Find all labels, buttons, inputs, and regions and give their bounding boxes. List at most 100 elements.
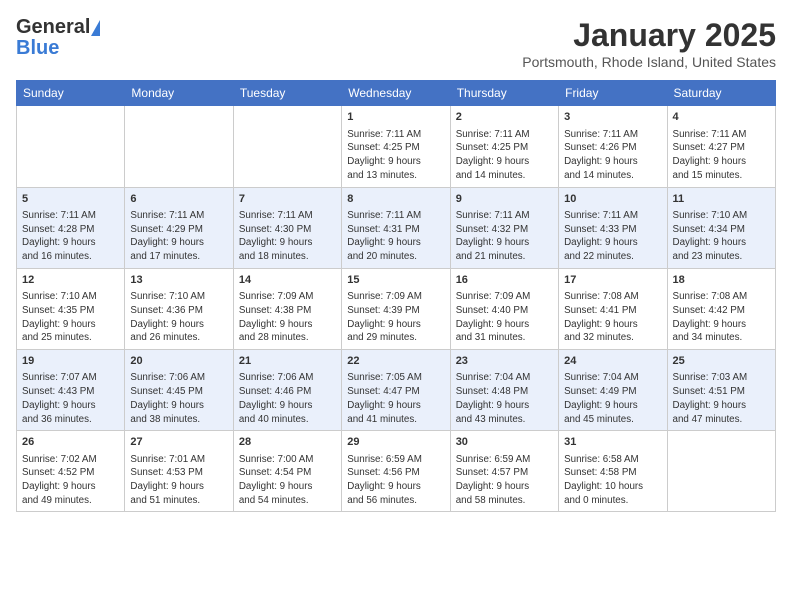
day-info: Sunrise: 7:09 AM Sunset: 4:38 PM Dayligh… [239, 290, 336, 345]
calendar-week-row: 5 Sunrise: 7:11 AM Sunset: 4:28 PM Daylig… [17, 187, 776, 268]
calendar-day-cell: 10 Sunrise: 7:11 AM Sunset: 4:33 PM Dayli… [559, 187, 667, 268]
day-info: Sunrise: 7:07 AM Sunset: 4:43 PM Dayligh… [22, 371, 119, 426]
weekday-header-row: SundayMondayTuesdayWednesdayThursdayFrid… [17, 81, 776, 106]
logo-blue: Blue [16, 37, 59, 60]
calendar-week-row: 1 Sunrise: 7:11 AM Sunset: 4:25 PM Daylig… [17, 106, 776, 187]
calendar-day-cell [667, 431, 775, 512]
day-info: Sunrise: 6:58 AM Sunset: 4:58 PM Dayligh… [564, 453, 661, 508]
calendar-day-cell: 3 Sunrise: 7:11 AM Sunset: 4:26 PM Daylig… [559, 106, 667, 187]
day-info: Sunrise: 7:11 AM Sunset: 4:25 PM Dayligh… [456, 128, 553, 183]
day-info: Sunrise: 7:04 AM Sunset: 4:49 PM Dayligh… [564, 371, 661, 426]
day-info: Sunrise: 7:11 AM Sunset: 4:30 PM Dayligh… [239, 209, 336, 264]
day-number: 14 [239, 273, 336, 288]
weekday-header-tuesday: Tuesday [233, 81, 341, 106]
calendar-day-cell: 25Sunrise: 7:03 AM Sunset: 4:51 PM Dayli… [667, 350, 775, 431]
day-info: Sunrise: 7:04 AM Sunset: 4:48 PM Dayligh… [456, 371, 553, 426]
day-number: 31 [564, 435, 661, 450]
calendar-day-cell: 26 Sunrise: 7:02 AM Sunset: 4:52 PM Dayli… [17, 431, 125, 512]
day-info: Sunrise: 7:11 AM Sunset: 4:25 PM Dayligh… [347, 128, 444, 183]
day-number: 19 [22, 354, 119, 369]
calendar-day-cell: 14 Sunrise: 7:09 AM Sunset: 4:38 PM Dayli… [233, 268, 341, 349]
calendar-day-cell: 7 Sunrise: 7:11 AM Sunset: 4:30 PM Daylig… [233, 187, 341, 268]
page-header: General Blue January 2025 Portsmouth, Rh… [16, 16, 776, 70]
day-number: 18 [673, 273, 770, 288]
calendar-day-cell: 2 Sunrise: 7:11 AM Sunset: 4:25 PM Daylig… [450, 106, 558, 187]
calendar-day-cell: 31 Sunrise: 6:58 AM Sunset: 4:58 PM Dayli… [559, 431, 667, 512]
day-number: 27 [130, 435, 227, 450]
day-number: 17 [564, 273, 661, 288]
month-title: January 2025 [522, 16, 776, 54]
calendar-day-cell: 20Sunrise: 7:06 AM Sunset: 4:45 PM Dayli… [125, 350, 233, 431]
day-number: 1 [347, 110, 444, 125]
day-info: Sunrise: 7:10 AM Sunset: 4:34 PM Dayligh… [673, 209, 770, 264]
day-info: Sunrise: 7:02 AM Sunset: 4:52 PM Dayligh… [22, 453, 119, 508]
calendar-day-cell: 5 Sunrise: 7:11 AM Sunset: 4:28 PM Daylig… [17, 187, 125, 268]
calendar-day-cell: 24 Sunrise: 7:04 AM Sunset: 4:49 PM Dayli… [559, 350, 667, 431]
calendar-day-cell: 17 Sunrise: 7:08 AM Sunset: 4:41 PM Dayli… [559, 268, 667, 349]
calendar-day-cell: 30Sunrise: 6:59 AM Sunset: 4:57 PM Dayli… [450, 431, 558, 512]
day-number: 3 [564, 110, 661, 125]
day-number: 2 [456, 110, 553, 125]
calendar-week-row: 19 Sunrise: 7:07 AM Sunset: 4:43 PM Dayli… [17, 350, 776, 431]
calendar-day-cell: 11Sunrise: 7:10 AM Sunset: 4:34 PM Dayli… [667, 187, 775, 268]
calendar-day-cell: 27Sunrise: 7:01 AM Sunset: 4:53 PM Dayli… [125, 431, 233, 512]
calendar-day-cell: 13 Sunrise: 7:10 AM Sunset: 4:36 PM Dayli… [125, 268, 233, 349]
calendar-day-cell: 18 Sunrise: 7:08 AM Sunset: 4:42 PM Dayli… [667, 268, 775, 349]
day-number: 5 [22, 192, 119, 207]
calendar-day-cell: 19 Sunrise: 7:07 AM Sunset: 4:43 PM Dayli… [17, 350, 125, 431]
calendar-day-cell: 29Sunrise: 6:59 AM Sunset: 4:56 PM Dayli… [342, 431, 450, 512]
day-number: 12 [22, 273, 119, 288]
day-number: 16 [456, 273, 553, 288]
day-info: Sunrise: 7:11 AM Sunset: 4:33 PM Dayligh… [564, 209, 661, 264]
day-info: Sunrise: 7:11 AM Sunset: 4:26 PM Dayligh… [564, 128, 661, 183]
day-number: 13 [130, 273, 227, 288]
day-number: 24 [564, 354, 661, 369]
calendar-week-row: 26 Sunrise: 7:02 AM Sunset: 4:52 PM Dayli… [17, 431, 776, 512]
day-info: Sunrise: 7:09 AM Sunset: 4:40 PM Dayligh… [456, 290, 553, 345]
day-info: Sunrise: 7:06 AM Sunset: 4:46 PM Dayligh… [239, 371, 336, 426]
day-number: 15 [347, 273, 444, 288]
day-info: Sunrise: 7:10 AM Sunset: 4:35 PM Dayligh… [22, 290, 119, 345]
day-info: Sunrise: 7:11 AM Sunset: 4:27 PM Dayligh… [673, 128, 770, 183]
calendar-table: SundayMondayTuesdayWednesdayThursdayFrid… [16, 80, 776, 512]
calendar-day-cell: 23Sunrise: 7:04 AM Sunset: 4:48 PM Dayli… [450, 350, 558, 431]
weekday-header-wednesday: Wednesday [342, 81, 450, 106]
day-number: 10 [564, 192, 661, 207]
title-block: January 2025 Portsmouth, Rhode Island, U… [522, 16, 776, 70]
day-number: 9 [456, 192, 553, 207]
day-info: Sunrise: 7:06 AM Sunset: 4:45 PM Dayligh… [130, 371, 227, 426]
logo: General Blue [16, 16, 100, 60]
calendar-day-cell: 8Sunrise: 7:11 AM Sunset: 4:31 PM Daylig… [342, 187, 450, 268]
day-number: 22 [347, 354, 444, 369]
logo-triangle-icon [91, 20, 100, 36]
day-number: 7 [239, 192, 336, 207]
day-info: Sunrise: 7:11 AM Sunset: 4:31 PM Dayligh… [347, 209, 444, 264]
calendar-day-cell [233, 106, 341, 187]
calendar-day-cell: 15 Sunrise: 7:09 AM Sunset: 4:39 PM Dayli… [342, 268, 450, 349]
calendar-day-cell [17, 106, 125, 187]
day-number: 6 [130, 192, 227, 207]
day-info: Sunrise: 7:10 AM Sunset: 4:36 PM Dayligh… [130, 290, 227, 345]
day-info: Sunrise: 7:08 AM Sunset: 4:42 PM Dayligh… [673, 290, 770, 345]
day-info: Sunrise: 7:00 AM Sunset: 4:54 PM Dayligh… [239, 453, 336, 508]
day-number: 4 [673, 110, 770, 125]
calendar-day-cell: 4 Sunrise: 7:11 AM Sunset: 4:27 PM Daylig… [667, 106, 775, 187]
calendar-day-cell: 22Sunrise: 7:05 AM Sunset: 4:47 PM Dayli… [342, 350, 450, 431]
day-number: 26 [22, 435, 119, 450]
weekday-header-saturday: Saturday [667, 81, 775, 106]
day-number: 25 [673, 354, 770, 369]
weekday-header-friday: Friday [559, 81, 667, 106]
day-number: 29 [347, 435, 444, 450]
location-title: Portsmouth, Rhode Island, United States [522, 54, 776, 70]
day-info: Sunrise: 7:09 AM Sunset: 4:39 PM Dayligh… [347, 290, 444, 345]
calendar-day-cell: 1 Sunrise: 7:11 AM Sunset: 4:25 PM Daylig… [342, 106, 450, 187]
day-number: 21 [239, 354, 336, 369]
day-info: Sunrise: 7:11 AM Sunset: 4:29 PM Dayligh… [130, 209, 227, 264]
calendar-day-cell: 16 Sunrise: 7:09 AM Sunset: 4:40 PM Dayli… [450, 268, 558, 349]
weekday-header-thursday: Thursday [450, 81, 558, 106]
day-info: Sunrise: 7:11 AM Sunset: 4:28 PM Dayligh… [22, 209, 119, 264]
calendar-day-cell: 21 Sunrise: 7:06 AM Sunset: 4:46 PM Dayli… [233, 350, 341, 431]
day-info: Sunrise: 7:08 AM Sunset: 4:41 PM Dayligh… [564, 290, 661, 345]
calendar-day-cell: 12 Sunrise: 7:10 AM Sunset: 4:35 PM Dayli… [17, 268, 125, 349]
weekday-header-monday: Monday [125, 81, 233, 106]
